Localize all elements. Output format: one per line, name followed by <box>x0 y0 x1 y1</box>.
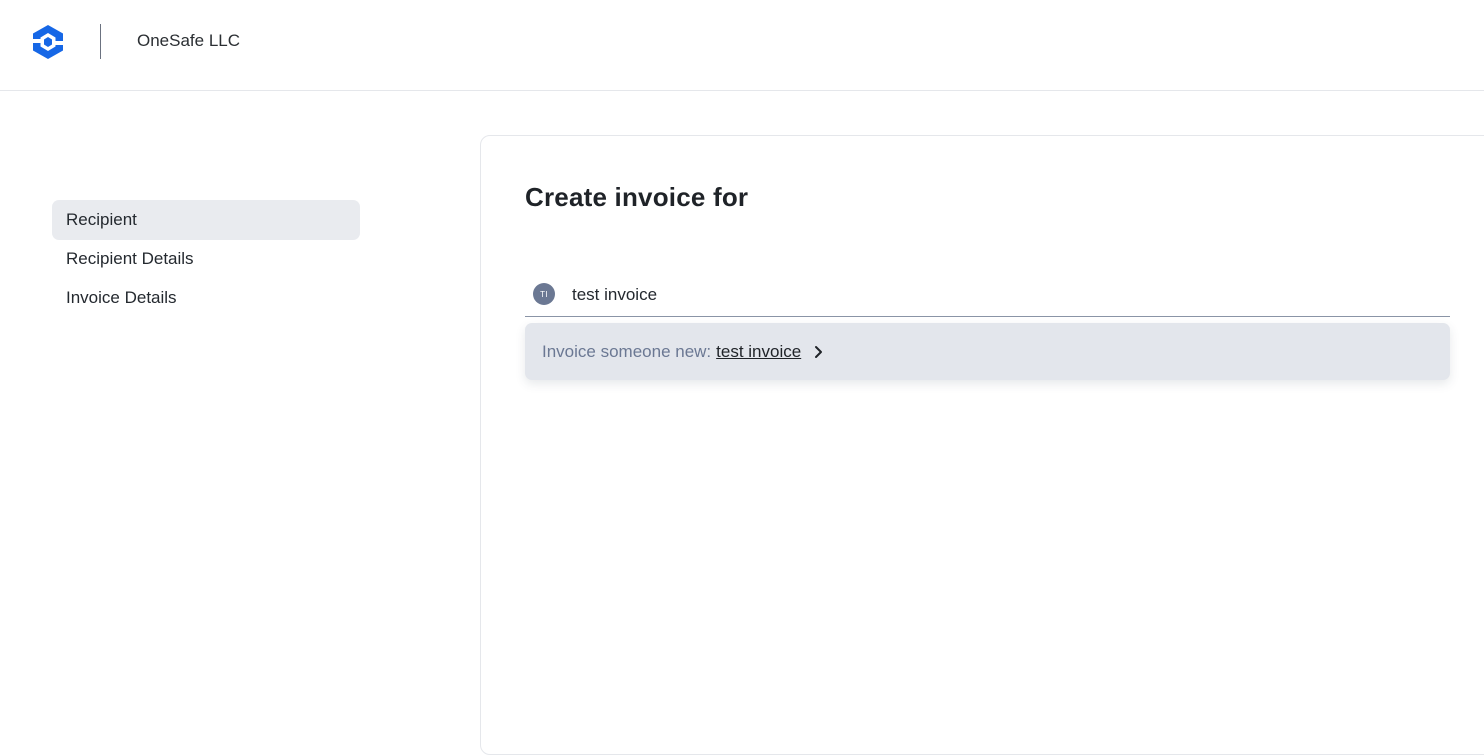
step-recipient-details[interactable]: Recipient Details <box>52 239 360 279</box>
step-recipient[interactable]: Recipient <box>52 200 360 240</box>
header-divider <box>100 24 101 59</box>
avatar: TI <box>533 283 555 305</box>
invoice-new-recipient-option[interactable]: Invoice someone new: test invoice <box>525 323 1450 380</box>
chevron-right-icon <box>815 345 823 358</box>
invoice-card: Create invoice for TI Invoice someone ne… <box>480 135 1484 755</box>
company-name: OneSafe LLC <box>137 31 241 50</box>
suggestion-name: test invoice <box>716 341 802 361</box>
step-navigation: Recipient Recipient Details Invoice Deta… <box>52 200 360 317</box>
recipient-search: TI <box>525 276 1450 317</box>
onesafe-logo-icon[interactable] <box>30 24 66 60</box>
recipient-search-input[interactable] <box>572 282 1432 308</box>
page-title: Create invoice for <box>525 182 749 212</box>
top-bar: OneSafe LLC <box>0 0 1484 91</box>
step-invoice-details[interactable]: Invoice Details <box>52 278 360 318</box>
suggestion-prefix: Invoice someone new: <box>542 341 712 361</box>
